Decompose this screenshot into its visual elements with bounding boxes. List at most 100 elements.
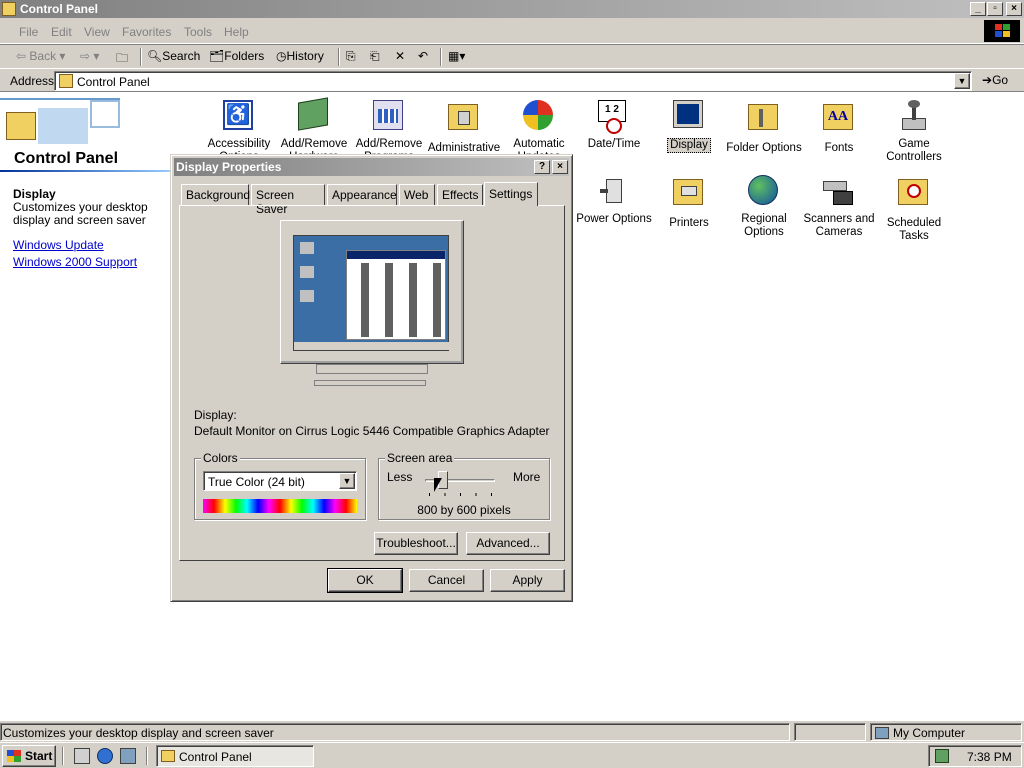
display-label: Display: [194,408,237,422]
scheduled-tasks-folder-icon [898,179,930,211]
help-button[interactable]: ? [534,160,550,174]
windows-2000-support-link[interactable]: Windows 2000 Support [13,255,137,269]
display-properties-dialog: Display Properties ? × Background Screen… [170,154,573,602]
monitor-base [314,380,426,386]
search-button[interactable]: 🔍︎Search [147,49,200,63]
tab-effects[interactable]: Effects [437,184,483,205]
folder-options-item[interactable]: Folder Options [724,100,804,155]
tab-web[interactable]: Web [399,184,435,205]
show-desktop-icon[interactable] [74,748,90,764]
tab-settings[interactable]: Settings [484,182,538,206]
calendar-clock-icon: 1 2 [598,100,630,134]
scanners-and-cameras-item[interactable]: Scanners and Cameras [799,175,879,239]
cancel-button[interactable]: Cancel [409,569,484,592]
display-monitor-icon [673,100,705,132]
window-title-bar[interactable]: Control Panel _ ▫ × [0,0,1024,18]
outlook-express-icon[interactable] [120,748,136,764]
dialog-close-button[interactable]: × [552,160,568,174]
go-button[interactable]: ➔Go [982,73,1008,87]
status-zone: My Computer [870,723,1022,741]
windows-start-icon [7,750,21,762]
internet-explorer-icon[interactable] [97,748,113,764]
display-adapter-value: Default Monitor on Cirrus Logic 5446 Com… [194,424,550,438]
window-title: Control Panel [20,2,99,16]
display-item[interactable]: Display [649,100,729,153]
minimize-button[interactable]: _ [970,2,986,16]
menu-view[interactable]: View [84,25,110,39]
more-label: More [513,470,541,484]
menu-tools[interactable]: Tools [184,25,212,39]
standard-toolbar: ⇦ Back ▾ ⇨ ▾ 🗀 🔍︎Search 🗂︎Folders ◷Histo… [0,44,1024,68]
system-tray: 7:38 PM [928,745,1022,767]
windows-logo-icon [984,20,1020,42]
joystick-icon [898,100,930,132]
fonts-item[interactable]: AA Fonts [799,100,879,155]
screen-area-label: Screen area [385,451,455,465]
regional-options-item[interactable]: Regional Options [724,175,804,239]
up-folder-icon[interactable]: 🗀 [116,49,128,70]
forward-button[interactable]: ⇨ ▾ [80,49,99,63]
selected-item-description: Customizes your desktop display and scre… [13,200,148,227]
control-panel-task-icon [161,750,175,762]
settings-tab-panel: Display: Default Monitor on Cirrus Logic… [179,205,565,561]
views-icon[interactable]: ▦▾ [448,49,465,63]
status-empty-pane [794,723,866,741]
network-tray-icon[interactable] [935,749,949,763]
scheduled-tasks-item[interactable]: Scheduled Tasks [874,175,954,243]
left-info-panel: Control Panel Display Customizes your de… [0,94,172,718]
colors-select[interactable]: True Color (24 bit) ▼ [203,471,357,491]
dialog-title-bar[interactable]: Display Properties ? × [174,158,569,176]
apply-button[interactable]: Apply [490,569,565,592]
clock[interactable]: 7:38 PM [967,750,1012,764]
power-plug-icon [598,175,630,207]
tab-screen-saver[interactable]: Screen Saver [251,184,325,216]
windows-update-link[interactable]: Windows Update [13,238,104,252]
menu-help[interactable]: Help [224,25,249,39]
accessibility-icon: ♿ [223,100,255,132]
move-to-icon[interactable]: ⎘ [346,49,356,64]
status-bar: Customizes your desktop display and scre… [0,720,1024,742]
address-bar: Address Control Panel ▼ ➔Go [0,68,1024,92]
tab-background[interactable]: Background [181,184,250,205]
address-dropdown-button[interactable]: ▼ [954,73,970,89]
my-computer-icon [875,727,889,739]
start-button[interactable]: Start [2,745,56,767]
folders-button[interactable]: 🗂︎Folders [209,49,264,63]
date-time-item[interactable]: 1 2 Date/Time [574,100,654,151]
monitor-neck [316,364,428,374]
close-button[interactable]: × [1006,2,1022,16]
color-spectrum-bar [203,499,357,513]
colors-label: Colors [201,451,240,465]
tab-appearance[interactable]: Appearance [327,184,397,205]
scanner-camera-icon [823,175,855,207]
preview-desktop [293,235,450,351]
menu-favorites[interactable]: Favorites [122,25,171,39]
globe-icon [748,175,780,207]
less-label: Less [387,470,413,484]
windows-update-icon [523,100,555,132]
address-input[interactable]: Control Panel ▼ [54,71,972,91]
restore-button[interactable]: ▫ [987,2,1003,16]
ok-button[interactable]: OK [327,568,403,593]
advanced-button[interactable]: Advanced... [466,532,550,555]
menu-file[interactable]: File [19,25,38,39]
status-text: Customizes your desktop display and scre… [0,723,790,741]
game-controllers-item[interactable]: Game Controllers [874,100,954,164]
delete-icon[interactable]: ✕ [395,49,405,63]
undo-icon[interactable]: ↶ [418,49,428,63]
menu-edit[interactable]: Edit [51,25,72,39]
screen-area-group: Screen area Less More 800 by 600 pixels [378,451,550,520]
hardware-icon [298,97,330,132]
power-options-item[interactable]: Power Options [574,175,654,226]
mouse-cursor-icon [434,478,442,492]
taskbar: Start Control Panel 7:38 PM [0,742,1024,768]
folder-options-icon [748,104,780,136]
copy-to-icon[interactable]: ⎗ [370,49,380,64]
taskbar-control-panel-button[interactable]: Control Panel [156,745,314,767]
resolution-value: 800 by 600 pixels [417,503,511,517]
back-button[interactable]: ⇦ Back ▾ [16,49,65,63]
history-button[interactable]: ◷History [276,49,324,63]
troubleshoot-button[interactable]: Troubleshoot... [374,532,458,555]
colors-dropdown-button[interactable]: ▼ [339,473,355,489]
printers-item[interactable]: Printers [649,175,729,230]
